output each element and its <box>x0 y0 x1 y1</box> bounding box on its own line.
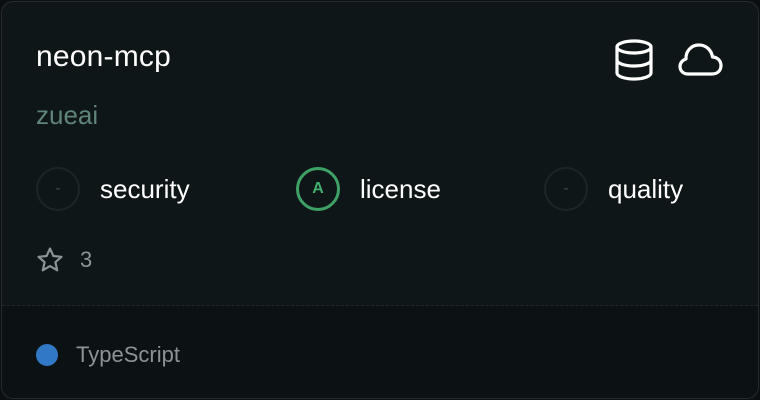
quality-grade-badge: - <box>544 167 588 211</box>
stars: 3 <box>36 246 92 274</box>
language-color-dot <box>36 344 58 366</box>
security-label: security <box>100 173 190 204</box>
score-license[interactable]: A license <box>296 165 441 213</box>
score-row: - security A license - quality <box>36 165 726 213</box>
quality-label: quality <box>608 173 684 204</box>
card-icons <box>612 38 724 82</box>
score-quality[interactable]: - quality <box>544 165 683 213</box>
server-card[interactable]: neon-mcp zueai - security A license - qu… <box>1 1 759 399</box>
repo-owner[interactable]: zueai <box>36 100 98 131</box>
cloud-icon <box>678 42 724 78</box>
security-grade-badge: - <box>36 167 80 211</box>
language: TypeScript <box>36 342 180 368</box>
database-icon <box>612 38 656 82</box>
license-label: license <box>360 173 441 204</box>
license-grade-badge: A <box>296 167 340 211</box>
card-footer: TypeScript <box>2 306 758 398</box>
score-security[interactable]: - security <box>36 165 190 213</box>
language-name: TypeScript <box>76 342 180 367</box>
repo-name[interactable]: neon-mcp <box>36 40 171 74</box>
star-icon <box>36 246 64 274</box>
star-count: 3 <box>80 247 93 272</box>
